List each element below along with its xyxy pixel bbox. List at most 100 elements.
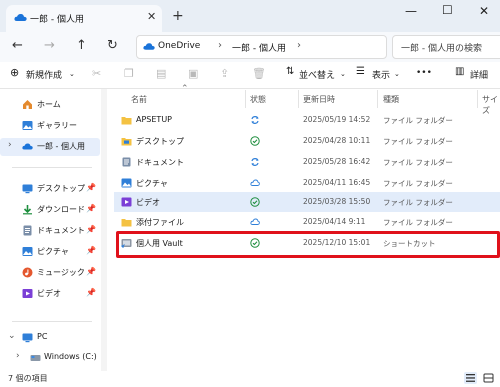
new-button[interactable]: 新規作成 (26, 68, 62, 81)
column-divider[interactable] (298, 90, 299, 108)
new-tab-button[interactable]: + (172, 8, 184, 24)
pictures-icon (22, 247, 33, 256)
file-date: 2025/05/19 14:52 (303, 115, 371, 124)
forward-arrow-icon[interactable]: → (44, 38, 55, 53)
pin-icon[interactable]: 📌 (86, 288, 96, 297)
sidebar-item-label: ミュージック (37, 268, 85, 277)
pin-icon[interactable]: 📌 (86, 225, 96, 234)
file-row[interactable]: 添付ファイル 2025/04/14 9:11 ファイル フォルダー (114, 212, 500, 232)
videos-folder-icon (121, 197, 132, 207)
maximize-icon[interactable]: ☐ (442, 3, 453, 17)
refresh-icon[interactable]: ↻ (107, 38, 118, 53)
sidebar-item-downloads[interactable]: ダウンロード 📌 (0, 201, 100, 219)
details-button[interactable]: 詳細 (470, 68, 488, 81)
chevron-down-icon[interactable]: ⌄ (340, 70, 346, 78)
sidebar-item-desktop[interactable]: デスクトップ 📌 (0, 180, 100, 198)
search-box[interactable]: 一郎 - 個人用の検索 (392, 35, 500, 59)
view-icon[interactable]: ☰ (356, 66, 365, 77)
file-name: デスクトップ (136, 137, 184, 146)
file-type: ファイル フォルダー (383, 158, 453, 167)
breadcrumb-onedrive[interactable]: OneDrive (158, 41, 200, 51)
sidebar-item-documents[interactable]: ドキュメント 📌 (0, 222, 100, 240)
sidebar-item-label: ピクチャ (37, 247, 69, 256)
file-row-selected[interactable]: ビデオ 2025/03/28 15:50 ファイル フォルダー (114, 192, 500, 212)
breadcrumb-separator[interactable]: › (297, 40, 301, 51)
drive-icon (30, 355, 41, 361)
more-options-button[interactable]: ••• (416, 68, 432, 78)
address-bar[interactable]: OneDrive › 一郎 - 個人用 › (136, 35, 387, 59)
search-input[interactable]: 一郎 - 個人用の検索 (401, 41, 499, 54)
column-divider[interactable] (245, 90, 246, 108)
chevron-down-icon[interactable]: ⌄ (8, 331, 16, 341)
up-arrow-icon[interactable]: ↑ (76, 38, 87, 53)
tiles-view-icon[interactable] (482, 372, 495, 384)
file-row[interactable]: デスクトップ 2025/04/28 10:11 ファイル フォルダー (114, 131, 500, 151)
close-tab-icon[interactable]: ✕ (147, 10, 156, 23)
close-window-icon[interactable]: ✕ (479, 4, 489, 18)
sidebar-item-windows-drive[interactable]: › Windows (C:) (0, 349, 100, 367)
sidebar-item-home[interactable]: ホーム (0, 96, 100, 114)
sidebar-item-label: Windows (C:) (44, 352, 97, 361)
sync-icon (251, 158, 259, 166)
back-arrow-icon[interactable]: ← (12, 38, 23, 53)
column-divider[interactable] (477, 90, 478, 108)
sidebar-item-label: ホーム (37, 100, 61, 109)
sidebar-item-gallery[interactable]: ギャラリー (0, 117, 100, 135)
details-view-icon[interactable] (464, 372, 477, 384)
minimize-icon[interactable]: — (405, 4, 417, 18)
copy-icon[interactable]: ❐ (124, 67, 134, 80)
sidebar-item-onedrive[interactable]: › 一郎 - 個人用 (0, 138, 100, 156)
chevron-down-icon[interactable]: ⌄ (69, 70, 75, 78)
pictures-folder-icon (121, 178, 132, 188)
sidebar-item-label: ドキュメント (37, 226, 85, 235)
folder-icon (121, 219, 132, 227)
sync-icon (251, 116, 259, 124)
file-name: ピクチャ (136, 179, 168, 188)
item-count: 7 個の項目 (8, 374, 48, 383)
sort-icon[interactable]: ⇅ (286, 66, 294, 77)
cut-icon[interactable]: ✂ (92, 67, 101, 80)
available-check-icon (250, 136, 260, 146)
file-type: ファイル フォルダー (383, 179, 453, 188)
sidebar-item-pc[interactable]: ⌄ PC (0, 329, 100, 347)
column-header-date[interactable]: 更新日時 (303, 94, 335, 105)
column-header-type[interactable]: 種類 (383, 94, 399, 105)
pin-icon[interactable]: 📌 (86, 267, 96, 276)
highlight-box (116, 231, 500, 258)
details-pane-icon[interactable]: ▥ (455, 66, 464, 77)
video-icon (22, 289, 33, 298)
sidebar-item-pictures[interactable]: ピクチャ 📌 (0, 243, 100, 261)
view-button[interactable]: 表示 (372, 68, 390, 81)
onedrive-cloud-icon (22, 143, 33, 150)
pin-icon[interactable]: 📌 (86, 204, 96, 213)
new-plus-icon[interactable]: ⊕ (10, 66, 19, 79)
file-row[interactable]: APSETUP 2025/05/19 14:52 ファイル フォルダー (114, 110, 500, 130)
sidebar-item-music[interactable]: ミュージック 📌 (0, 264, 100, 282)
breadcrumb-current[interactable]: 一郎 - 個人用 (232, 41, 286, 54)
chevron-right-icon[interactable]: › (16, 351, 20, 361)
file-date: 2025/05/28 16:42 (303, 157, 371, 166)
column-header-name[interactable]: 名前 (131, 94, 147, 105)
pin-icon[interactable]: 📌 (86, 246, 96, 255)
column-divider[interactable] (377, 90, 378, 108)
file-row[interactable]: ピクチャ 2025/04/11 16:45 ファイル フォルダー (114, 173, 500, 193)
sort-button[interactable]: 並べ替え (299, 68, 335, 81)
delete-icon[interactable]: 🗑 (252, 67, 266, 80)
available-check-icon (250, 197, 260, 207)
tab-onedrive[interactable]: 一郎 - 個人用 ✕ (6, 5, 162, 32)
pin-icon[interactable]: 📌 (86, 183, 96, 192)
home-icon (23, 100, 32, 109)
paste-icon[interactable]: ▤ (156, 67, 166, 80)
file-row[interactable]: ドキュメント 2025/05/28 16:42 ファイル フォルダー (114, 152, 500, 172)
navigation-pane: ホーム ギャラリー › 一郎 - 個人用 デスクトップ 📌 ダウンロード 📌 ド… (0, 89, 100, 371)
chevron-down-icon[interactable]: ⌄ (394, 70, 400, 78)
sidebar-item-label: デスクトップ (37, 184, 85, 193)
sidebar-scrollbar[interactable] (101, 89, 107, 371)
sidebar-item-videos[interactable]: ビデオ 📌 (0, 285, 100, 303)
sidebar-divider (12, 167, 92, 168)
column-header-status[interactable]: 状態 (250, 94, 266, 105)
chevron-right-icon[interactable]: › (8, 140, 12, 150)
share-icon[interactable]: ⇪ (220, 67, 229, 80)
rename-icon[interactable]: ▣ (188, 67, 198, 80)
breadcrumb-separator[interactable]: › (218, 40, 222, 51)
